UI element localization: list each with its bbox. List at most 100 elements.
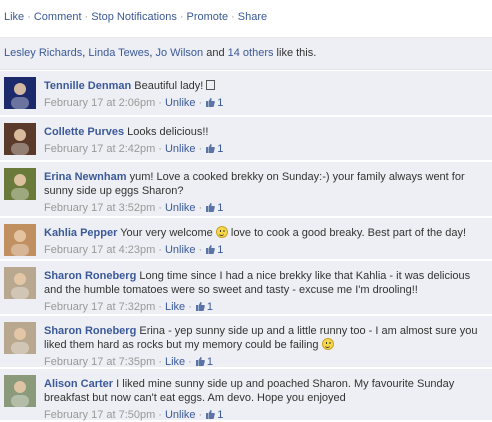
comment-timestamp[interactable]: February 17 at 7:35pm xyxy=(44,356,155,368)
comment-timestamp[interactable]: February 17 at 7:50pm xyxy=(44,409,155,421)
avatar[interactable] xyxy=(4,267,36,299)
comment-body: Collette Purves Looks delicious!! Februar… xyxy=(44,125,484,156)
comment-author-link[interactable]: Alison Carter xyxy=(44,378,113,390)
like-count-number: 1 xyxy=(217,143,224,155)
comment-text: Sharon Roneberg Long time since I had a … xyxy=(44,269,484,297)
comment-like-toggle-link[interactable]: Unlike xyxy=(165,143,196,155)
comment-text: Collette Purves Looks delicious!! xyxy=(44,125,484,139)
comment-item: Alison Carter I liked mine sunny side up… xyxy=(0,369,492,421)
comment-item: Erina Newnham yum! Love a cooked brekky … xyxy=(0,162,492,217)
comment-author-link[interactable]: Kahlia Pepper xyxy=(44,227,117,239)
comment-author-link[interactable]: Tennille Denman xyxy=(44,80,131,92)
comment-meta: February 17 at 7:50pm · Unlike · 1 xyxy=(44,408,484,422)
separator: · xyxy=(198,202,203,214)
thumbs-up-icon xyxy=(206,144,216,153)
stop-notifications-link[interactable]: Stop Notifications xyxy=(91,11,177,23)
comment-like-count[interactable]: 1 xyxy=(205,202,223,214)
comment-timestamp[interactable]: February 17 at 7:32pm xyxy=(44,301,155,313)
comment-message: Your very welcome xyxy=(117,227,213,239)
comment-body: Tennille Denman Beautiful lady! February … xyxy=(44,79,484,110)
comment-timestamp[interactable]: February 17 at 3:52pm xyxy=(44,202,155,214)
avatar[interactable] xyxy=(4,224,36,256)
comment-author-link[interactable]: Collette Purves xyxy=(44,126,124,138)
separator: · xyxy=(198,244,203,256)
likes-and-text: and xyxy=(203,47,228,59)
others-link[interactable]: 14 others xyxy=(228,47,274,59)
thumbs-up-icon xyxy=(206,245,216,254)
like-count-number: 1 xyxy=(217,97,224,109)
share-link[interactable]: Share xyxy=(238,11,267,23)
comment-body: Erina Newnham yum! Love a cooked brekky … xyxy=(44,170,484,215)
thumbs-up-icon xyxy=(195,302,205,311)
comment-text: Tennille Denman Beautiful lady! xyxy=(44,79,484,93)
comment-like-toggle-link[interactable]: Unlike xyxy=(165,97,196,109)
like-count-number: 1 xyxy=(217,202,224,214)
comment-like-count[interactable]: 1 xyxy=(205,244,223,256)
comment-timestamp[interactable]: February 17 at 2:42pm xyxy=(44,143,155,155)
comment-meta: February 17 at 2:06pm · Unlike · 1 xyxy=(44,96,484,110)
separator: · xyxy=(158,356,162,368)
separator: · xyxy=(198,97,203,109)
separator: · xyxy=(84,11,89,23)
liker-name-link[interactable]: Linda Tewes xyxy=(88,47,149,59)
comment-like-count[interactable]: 1 xyxy=(205,143,223,155)
comment-item: Collette Purves Looks delicious!! Februar… xyxy=(0,117,492,161)
liker-name-link[interactable]: Jo Wilson xyxy=(155,47,203,59)
comment-timestamp[interactable]: February 17 at 4:23pm xyxy=(44,244,155,256)
comment-text: Erina Newnham yum! Love a cooked brekky … xyxy=(44,170,484,198)
comment-author-link[interactable]: Sharon Roneberg xyxy=(44,325,136,337)
promote-link[interactable]: Promote xyxy=(187,11,229,23)
comment-body: Sharon Roneberg Erina - yep sunny side u… xyxy=(44,324,484,369)
comment-body: Sharon Roneberg Long time since I had a … xyxy=(44,269,484,314)
separator: · xyxy=(198,409,203,421)
comment-body: Alison Carter I liked mine sunny side up… xyxy=(44,377,484,422)
comment-text: Alison Carter I liked mine sunny side up… xyxy=(44,377,484,405)
separator: · xyxy=(158,97,162,109)
comment-like-count[interactable]: 1 xyxy=(195,356,213,368)
thumbs-up-icon xyxy=(206,410,216,419)
comment-like-toggle-link[interactable]: Unlike xyxy=(165,244,196,256)
comment-like-count[interactable]: 1 xyxy=(205,409,223,421)
comment-timestamp[interactable]: February 17 at 2:06pm xyxy=(44,97,155,109)
comment-author-link[interactable]: Erina Newnham xyxy=(44,171,127,183)
like-count-number: 1 xyxy=(217,244,224,256)
like-count-number: 1 xyxy=(217,409,224,421)
liker-name-link[interactable]: Lesley Richards xyxy=(4,47,82,59)
comment-like-toggle-link[interactable]: Like xyxy=(165,356,185,368)
comment-item: Kahlia Pepper Your very welcome love to … xyxy=(0,218,492,260)
thumbs-up-icon xyxy=(195,357,205,366)
avatar[interactable] xyxy=(4,375,36,407)
comment-meta: February 17 at 7:35pm · Like · 1 xyxy=(44,355,484,369)
comment-meta: February 17 at 2:42pm · Unlike · 1 xyxy=(44,142,484,156)
smiley-emoticon-icon xyxy=(215,226,228,238)
comment-like-toggle-link[interactable]: Like xyxy=(165,301,185,313)
likes-summary: Lesley Richards, Linda Tewes, Jo Wilson … xyxy=(0,38,492,70)
thumbs-up-icon xyxy=(206,203,216,212)
comment-like-count[interactable]: 1 xyxy=(195,301,213,313)
like-count-number: 1 xyxy=(206,356,213,368)
missing-glyph-icon xyxy=(206,80,216,90)
comment-like-toggle-link[interactable]: Unlike xyxy=(165,409,196,421)
avatar[interactable] xyxy=(4,322,36,354)
comment-author-link[interactable]: Sharon Roneberg xyxy=(44,270,136,282)
comment-item: Sharon Roneberg Long time since I had a … xyxy=(0,261,492,315)
comment-link[interactable]: Comment xyxy=(34,11,82,23)
separator: · xyxy=(188,356,192,368)
comment-item: Tennille Denman Beautiful lady! February … xyxy=(0,71,492,116)
like-count-number: 1 xyxy=(206,301,213,313)
separator: · xyxy=(198,143,203,155)
avatar[interactable] xyxy=(4,123,36,155)
like-link[interactable]: Like xyxy=(4,11,24,23)
post-action-bar: Like · Comment · Stop Notifications · Promote ·… xyxy=(0,0,492,38)
separator: · xyxy=(27,11,31,23)
separator: · xyxy=(231,11,235,23)
separator: · xyxy=(158,301,162,313)
avatar[interactable] xyxy=(4,168,36,200)
comment-like-toggle-link[interactable]: Unlike xyxy=(165,202,196,214)
comment-message-continued: love to cook a good breaky. Best part of… xyxy=(227,227,467,239)
avatar[interactable] xyxy=(4,77,36,109)
thumbs-up-icon xyxy=(206,98,216,107)
comment-item: Sharon Roneberg Erina - yep sunny side u… xyxy=(0,316,492,368)
separator: · xyxy=(158,202,162,214)
comment-like-count[interactable]: 1 xyxy=(205,97,223,109)
